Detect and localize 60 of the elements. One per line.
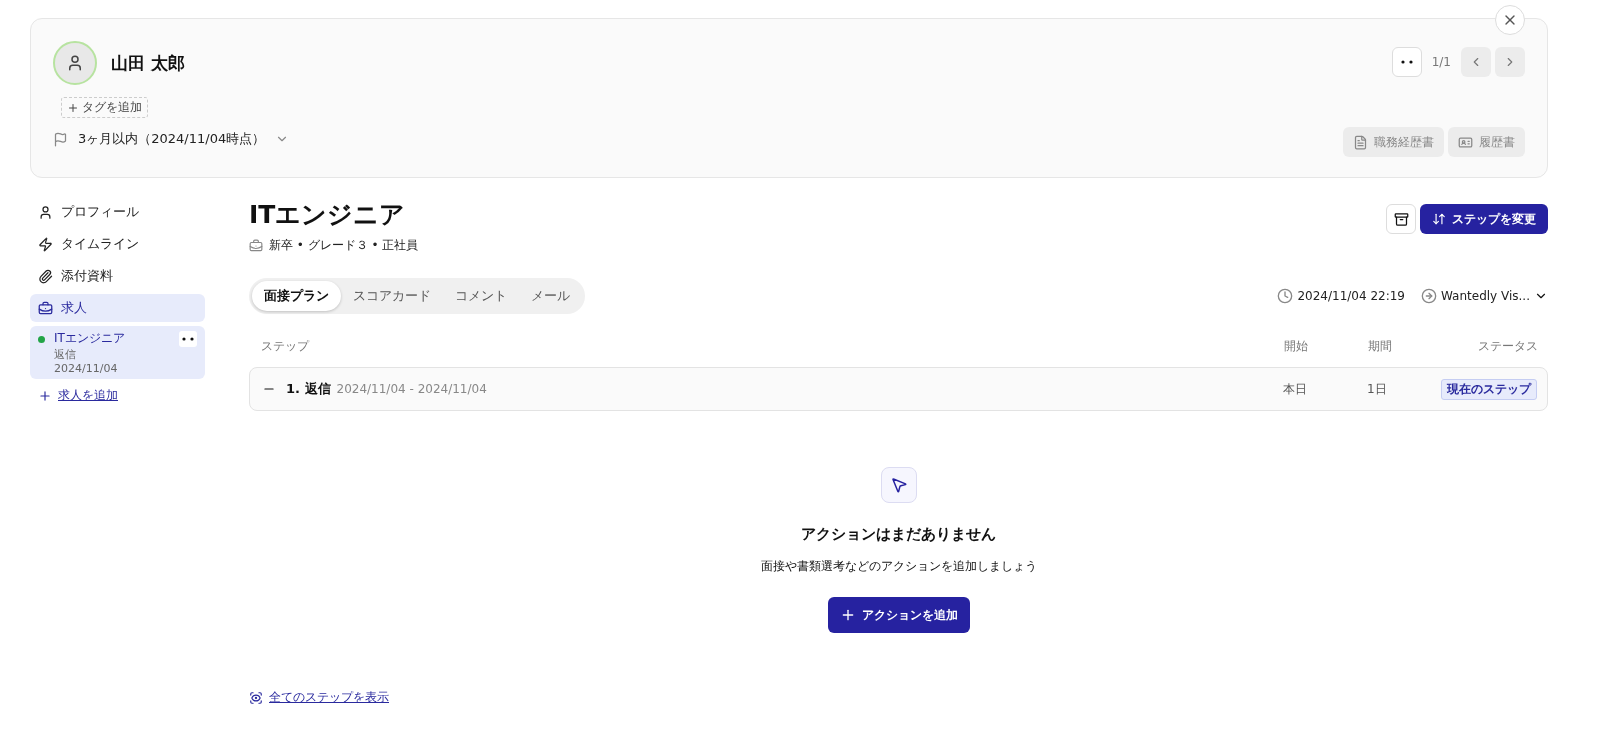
more-button[interactable] xyxy=(179,331,197,347)
id-card-icon xyxy=(1458,134,1473,150)
job-heading: ITエンジニア xyxy=(249,199,407,231)
column-header: 開始 xyxy=(1284,338,1309,355)
step-row[interactable]: 1. 返信 2024/11/04 - 2024/11/04 本日 1日 現在のステップ xyxy=(249,367,1548,411)
job-title: ITエンジニア xyxy=(54,330,125,347)
tab[interactable]: コメント xyxy=(443,281,519,311)
candidate-name: 山田 太郎 xyxy=(111,51,185,75)
briefcase-icon xyxy=(249,238,263,253)
close-button[interactable] xyxy=(1495,5,1525,35)
up-down-arrows-icon xyxy=(1432,212,1446,226)
more-icon xyxy=(1400,60,1413,64)
step-duration: 1日 xyxy=(1367,380,1388,398)
scan-icon xyxy=(249,690,263,705)
period-dropdown[interactable]: 3ヶ月以内（2024/11/04時点） xyxy=(53,130,290,148)
archive-button[interactable] xyxy=(1386,204,1416,234)
add-job-link[interactable]: 求人を追加 xyxy=(30,383,205,408)
next-button[interactable] xyxy=(1495,47,1525,77)
tab[interactable]: 面接プラン xyxy=(252,281,341,311)
add-action-button[interactable]: アクションを追加 xyxy=(827,597,970,633)
clock-icon xyxy=(1277,288,1294,304)
job-meta: 新卒 • グレード３ • 正社員 xyxy=(269,237,419,254)
archive-icon xyxy=(1393,211,1409,227)
sidebar-item[interactable]: タイムライン xyxy=(30,230,205,258)
empty-description: 面接や書類選考などのアクションを追加しましょう xyxy=(760,558,1037,575)
show-all-steps-link[interactable]: 全てのステップを表示 xyxy=(249,689,1548,706)
paperclip-icon xyxy=(38,268,53,284)
column-header: ステップ xyxy=(261,338,311,355)
more-icon xyxy=(182,337,194,341)
change-step-button[interactable]: ステップを変更 xyxy=(1420,204,1548,234)
step-name: 1. 返信 xyxy=(286,380,331,398)
sidebar-item[interactable]: プロフィール xyxy=(30,198,205,226)
plus-icon xyxy=(38,388,52,403)
plus-icon xyxy=(67,101,79,114)
person-icon xyxy=(38,204,53,220)
document-icon xyxy=(1353,134,1368,150)
step-date-range: 2024/11/04 - 2024/11/04 xyxy=(336,382,487,396)
cursor-click-icon xyxy=(880,467,917,503)
previous-button[interactable] xyxy=(1461,47,1491,77)
job-date: 2024/11/04 xyxy=(54,362,119,375)
empty-title: アクションはまだありません xyxy=(801,525,996,544)
job-step: 返信 xyxy=(54,347,125,362)
flag-icon xyxy=(53,131,68,147)
job-card[interactable]: ITエンジニア 返信 2024/11/04 xyxy=(30,326,205,379)
page-counter: 1/1 xyxy=(1431,55,1451,69)
arrow-circle-icon xyxy=(1421,288,1437,304)
tab[interactable]: メール xyxy=(519,281,582,311)
sidebar-item[interactable]: 添付資料 xyxy=(30,262,205,290)
briefcase-icon xyxy=(38,300,53,316)
column-header: 期間 xyxy=(1368,338,1393,355)
tab[interactable]: スコアカード xyxy=(341,281,443,311)
lightning-icon xyxy=(38,236,53,252)
source-dropdown[interactable]: Wantedly Vis... xyxy=(1441,289,1530,303)
column-header: ステータス xyxy=(1477,338,1538,355)
updated-time: 2024/11/04 22:19 xyxy=(1297,289,1405,303)
person-icon xyxy=(66,54,84,72)
add-tag-button[interactable]: タグを追加 xyxy=(61,97,148,118)
step-start: 本日 xyxy=(1283,380,1308,398)
status-badge: 現在のステップ xyxy=(1441,378,1537,400)
sidebar-item[interactable]: 求人 xyxy=(30,294,205,322)
